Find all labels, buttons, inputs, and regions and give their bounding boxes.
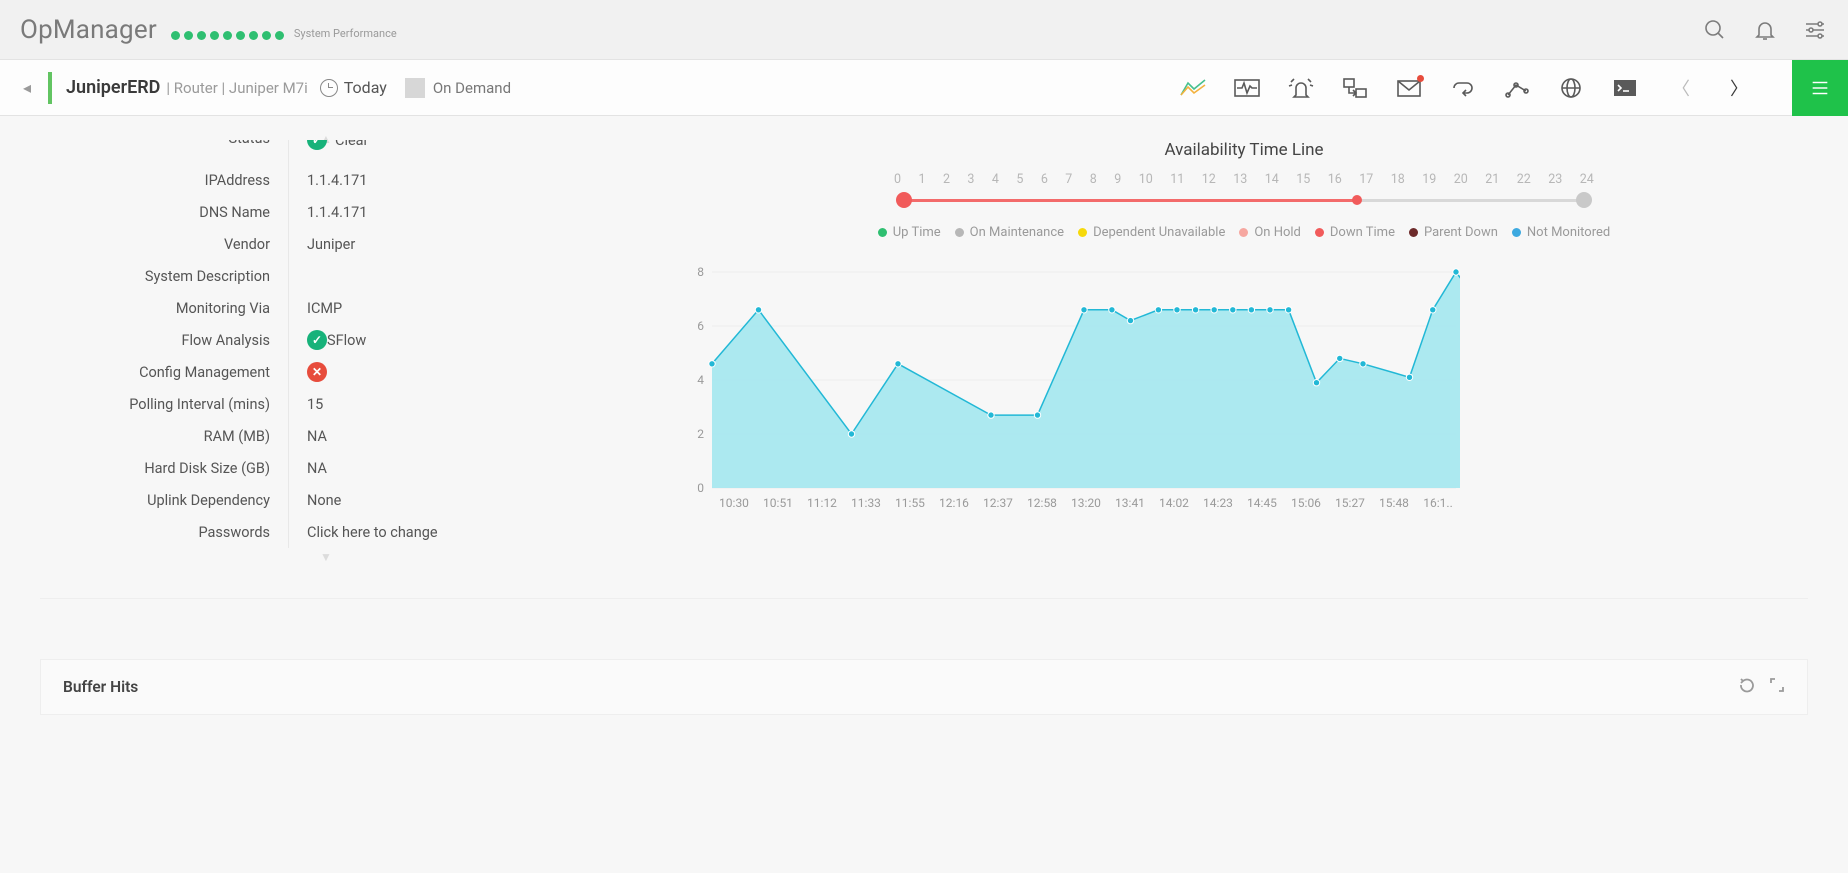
info-label: Status [40, 140, 270, 164]
scroll-down-icon[interactable]: ▼ [320, 550, 332, 564]
on-demand-toggle[interactable]: On Demand [405, 78, 511, 98]
info-label: Polling Interval (mins) [40, 388, 270, 420]
device-meta: | Router | Juniper M7i [166, 79, 307, 97]
availability-panel: Availability Time Line 01234567891011121… [680, 140, 1808, 548]
chart-x-ticks: 10:3010:5111:1211:3311:5512:1612:3712:58… [712, 496, 1460, 510]
info-value: NA [307, 420, 620, 452]
search-icon[interactable] [1702, 17, 1728, 43]
graph-icon[interactable] [1504, 77, 1530, 99]
mail-unread-dot [1417, 75, 1424, 82]
info-value: NA [307, 452, 620, 484]
check-icon: ✓ [307, 140, 327, 150]
info-value: ✓ SFlow [307, 324, 620, 356]
info-value: 1.1.4.171 [307, 164, 620, 196]
info-value: 15 [307, 388, 620, 420]
info-value: 1.1.4.171 [307, 196, 620, 228]
next-device-arrow[interactable]: 〉 [1724, 75, 1754, 101]
system-perf-dots: System Performance [171, 19, 397, 40]
perf-monitor-icon[interactable] [1234, 77, 1260, 99]
device-action-icon[interactable] [1342, 77, 1368, 99]
info-label: Passwords [40, 516, 270, 548]
info-value: None [307, 484, 620, 516]
info-value: ✕ [307, 356, 620, 388]
info-label: Config Management [40, 356, 270, 388]
info-value[interactable]: Click here to change [307, 516, 620, 548]
loop-icon[interactable] [1450, 77, 1476, 99]
info-value: ✓ Clear [307, 140, 620, 164]
timeline-bar[interactable] [894, 191, 1594, 209]
legend-item: Parent Down [1409, 225, 1498, 240]
timerange-picker[interactable]: Today [320, 78, 387, 97]
info-label: Uplink Dependency [40, 484, 270, 516]
info-label: Flow Analysis [40, 324, 270, 356]
device-bar: ◂ JuniperERD | Router | Juniper M7i Toda… [0, 60, 1848, 116]
app-sub: System Performance [294, 27, 397, 40]
on-demand-label: On Demand [433, 79, 511, 97]
timerange-label: Today [344, 78, 387, 97]
legend-item: Not Monitored [1512, 225, 1610, 240]
cross-icon: ✕ [307, 362, 327, 382]
legend-item: Dependent Unavailable [1078, 225, 1225, 240]
info-label: Hard Disk Size (GB) [40, 452, 270, 484]
app-name: OpManager [20, 15, 157, 45]
terminal-icon[interactable] [1612, 77, 1638, 99]
buffer-hits-header: Buffer Hits [40, 659, 1808, 715]
buffer-hits-title: Buffer Hits [63, 678, 138, 696]
legend-item: Up Time [878, 225, 941, 240]
on-demand-checkbox[interactable] [405, 78, 425, 98]
legend-item: Down Time [1315, 225, 1395, 240]
area-chart-svg: 0 2 4 6 8 [680, 266, 1460, 496]
status-stripe [48, 72, 52, 104]
info-label: RAM (MB) [40, 420, 270, 452]
bell-icon[interactable] [1752, 17, 1778, 43]
svg-text:4: 4 [697, 373, 704, 387]
info-value [307, 260, 620, 292]
section-divider [40, 598, 1808, 599]
info-value: ICMP [307, 292, 620, 324]
globe-icon[interactable] [1558, 77, 1584, 99]
alarm-icon[interactable] [1288, 77, 1314, 99]
device-toolbar: 〈 〉 [1180, 60, 1832, 116]
info-label: Monitoring Via [40, 292, 270, 324]
svg-text:8: 8 [697, 266, 704, 279]
top-bar: OpManager System Performance [0, 0, 1848, 60]
refresh-icon[interactable] [1739, 677, 1755, 697]
side-menu-button[interactable] [1792, 60, 1848, 116]
response-chart: 0 2 4 6 8 10:3010:5111:1211:3311:5512:1612:3… [680, 266, 1460, 510]
mail-icon[interactable] [1396, 77, 1422, 99]
clock-icon [320, 79, 338, 97]
timeline-legend: Up Time On Maintenance Dependent Unavailab… [680, 225, 1808, 240]
device-name: JuniperERD [66, 77, 160, 98]
svg-text:0: 0 [697, 481, 704, 495]
device-model: Juniper M7i [229, 79, 308, 97]
info-label: IPAddress [40, 164, 270, 196]
info-value: Juniper [307, 228, 620, 260]
timeline-ticks: 0123456789101112131415161718192021222324 [894, 172, 1594, 187]
check-icon: ✓ [307, 330, 327, 350]
svg-text:2: 2 [697, 427, 704, 441]
info-label: Vendor [40, 228, 270, 260]
svg-text:6: 6 [697, 319, 704, 333]
back-arrow-icon[interactable]: ◂ [16, 78, 38, 97]
timeline-title: Availability Time Line [680, 140, 1808, 160]
legend-item: On Maintenance [955, 225, 1064, 240]
info-label: DNS Name [40, 196, 270, 228]
device-info-panel: ▲ StatusIPAddressDNS NameVendorSystem De… [40, 140, 620, 548]
prev-device-arrow[interactable]: 〈 [1666, 75, 1696, 101]
settings-sliders-icon[interactable] [1802, 17, 1828, 43]
legend-item: On Hold [1239, 225, 1301, 240]
info-label: System Description [40, 260, 270, 292]
area-chart-icon[interactable] [1180, 77, 1206, 99]
expand-icon[interactable] [1769, 677, 1785, 697]
device-type: Router [174, 79, 218, 97]
